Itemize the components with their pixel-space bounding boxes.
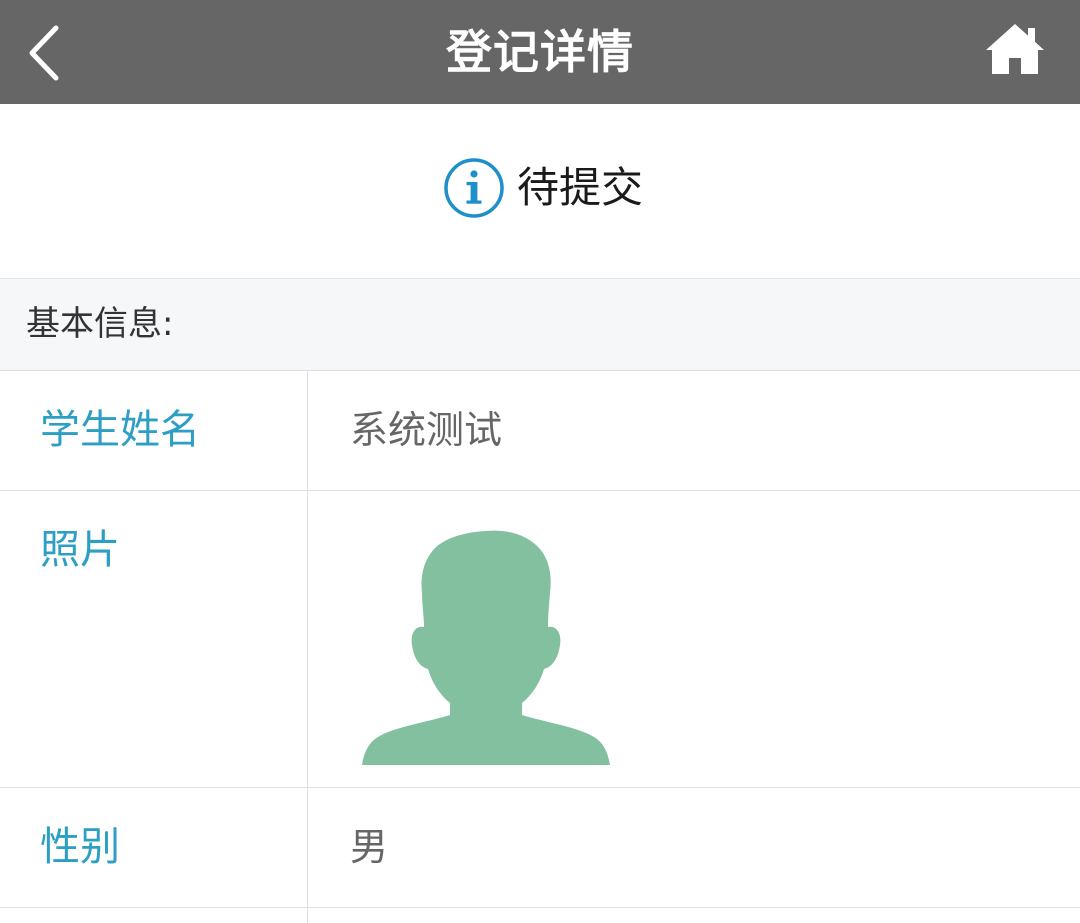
field-label-cell: 性别 xyxy=(0,788,308,907)
field-label-student-name: 学生姓名 xyxy=(40,407,200,453)
field-row-gender: 性别 男 xyxy=(0,788,1080,908)
page-title: 登记详情 xyxy=(446,25,634,79)
home-button[interactable] xyxy=(982,20,1048,80)
field-row-photo: 照片 xyxy=(0,491,1080,788)
field-row-student-name: 学生姓名 系统测试 xyxy=(0,371,1080,491)
registration-detail-page: 登记详情 待提交 基本信息: 学生姓名 系统测试 照片 性别 男 xyxy=(0,0,1080,923)
status-panel: 待提交 xyxy=(0,104,1080,278)
avatar-placeholder-icon xyxy=(362,530,610,765)
student-photo[interactable] xyxy=(358,527,612,767)
status-indicator: 待提交 xyxy=(443,155,643,221)
section-title: 基本信息: xyxy=(26,304,174,344)
status-text: 待提交 xyxy=(517,163,644,212)
field-label-cell: 照片 xyxy=(0,491,308,787)
chevron-left-icon xyxy=(29,25,59,81)
field-value-gender: 男 xyxy=(350,825,389,869)
home-icon xyxy=(986,24,1044,74)
section-header-basic-info: 基本信息: xyxy=(0,278,1080,371)
top-nav-bar: 登记详情 xyxy=(0,0,1080,104)
field-label-photo: 照片 xyxy=(40,527,120,573)
back-button[interactable] xyxy=(14,16,84,88)
field-row-next-partial xyxy=(0,908,1080,923)
info-icon xyxy=(444,158,504,218)
field-label-cell: 学生姓名 xyxy=(0,371,308,490)
field-label-cell xyxy=(0,908,308,923)
field-value-student-name: 系统测试 xyxy=(350,408,503,452)
field-label-gender: 性别 xyxy=(40,824,120,870)
